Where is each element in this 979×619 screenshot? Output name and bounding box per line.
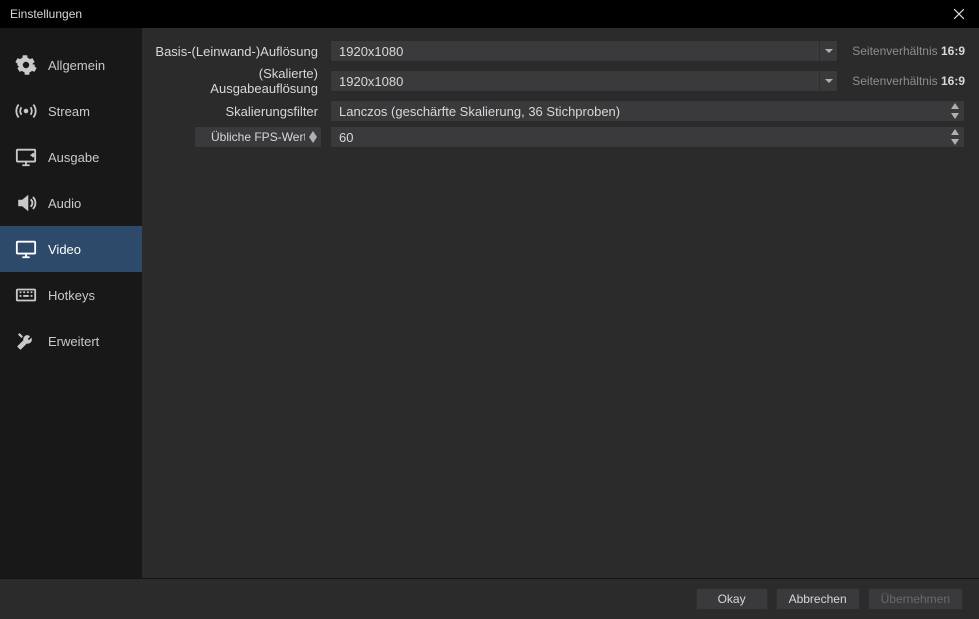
- main-panel: Basis-(Leinwand-)Auflösung 1920x1080 Sei…: [142, 28, 979, 578]
- monitor-out-icon: [14, 145, 38, 169]
- sidebar-item-label: Erweitert: [48, 334, 99, 349]
- fps-mode-wrap: Übliche FPS-Werte: [152, 126, 322, 148]
- row-fps: Übliche FPS-Werte 60: [152, 126, 965, 148]
- row-scaling-filter: Skalierungsfilter Lanczos (geschärfte Sk…: [152, 100, 965, 122]
- row-base-resolution: Basis-(Leinwand-)Auflösung 1920x1080 Sei…: [152, 40, 965, 62]
- chevron-down-icon: [819, 41, 837, 61]
- speaker-icon: [14, 191, 38, 215]
- scaling-filter-combo[interactable]: Lanczos (geschärfte Skalierung, 36 Stich…: [330, 100, 965, 122]
- broadcast-icon: [14, 99, 38, 123]
- gear-icon: [14, 53, 38, 77]
- sidebar-item-label: Audio: [48, 196, 81, 211]
- base-resolution-value: 1920x1080: [331, 44, 819, 59]
- updown-icon: [946, 101, 964, 121]
- content-area: Allgemein Stream Ausgabe Audio Video: [0, 28, 979, 578]
- sidebar-item-label: Stream: [48, 104, 90, 119]
- close-button[interactable]: [939, 0, 979, 28]
- sidebar: Allgemein Stream Ausgabe Audio Video: [0, 28, 142, 578]
- sidebar-item-stream[interactable]: Stream: [0, 88, 142, 134]
- base-resolution-combo[interactable]: 1920x1080: [330, 40, 838, 62]
- sidebar-item-label: Ausgabe: [48, 150, 99, 165]
- titlebar: Einstellungen: [0, 0, 979, 28]
- sidebar-item-allgemein[interactable]: Allgemein: [0, 42, 142, 88]
- close-icon: [954, 9, 964, 19]
- row-scaled-resolution: (Skalierte) Ausgabeauflösung 1920x1080 S…: [152, 66, 965, 96]
- base-ratio-label: Seitenverhältnis 16:9: [846, 44, 965, 58]
- sidebar-item-hotkeys[interactable]: Hotkeys: [0, 272, 142, 318]
- updown-icon: [305, 131, 321, 143]
- scaled-resolution-combo[interactable]: 1920x1080: [330, 70, 838, 92]
- fps-value: 60: [331, 130, 946, 145]
- fps-mode-label: Übliche FPS-Werte: [203, 130, 305, 144]
- sidebar-item-label: Hotkeys: [48, 288, 95, 303]
- scaling-filter-value: Lanczos (geschärfte Skalierung, 36 Stich…: [331, 104, 946, 119]
- sidebar-item-label: Allgemein: [48, 58, 105, 73]
- window-title: Einstellungen: [10, 7, 82, 21]
- sidebar-item-erweitert[interactable]: Erweitert: [0, 318, 142, 364]
- tools-icon: [14, 329, 38, 353]
- footer: Okay Abbrechen Übernehmen: [0, 578, 979, 619]
- scaled-resolution-value: 1920x1080: [331, 74, 819, 89]
- label-scaling-filter: Skalierungsfilter: [152, 104, 322, 119]
- ok-button[interactable]: Okay: [696, 588, 768, 610]
- fps-value-stepper[interactable]: 60: [330, 126, 965, 148]
- sidebar-item-ausgabe[interactable]: Ausgabe: [0, 134, 142, 180]
- label-base-resolution: Basis-(Leinwand-)Auflösung: [152, 44, 322, 59]
- monitor-icon: [14, 237, 38, 261]
- fps-mode-stepper[interactable]: Übliche FPS-Werte: [194, 126, 322, 148]
- cancel-button[interactable]: Abbrechen: [776, 588, 860, 610]
- apply-button[interactable]: Übernehmen: [868, 588, 963, 610]
- chevron-down-icon: [819, 71, 837, 91]
- scaled-ratio-label: Seitenverhältnis 16:9: [846, 74, 965, 88]
- keyboard-icon: [14, 283, 38, 307]
- sidebar-item-audio[interactable]: Audio: [0, 180, 142, 226]
- updown-icon: [946, 127, 964, 147]
- sidebar-item-video[interactable]: Video: [0, 226, 142, 272]
- sidebar-item-label: Video: [48, 242, 81, 257]
- label-scaled-resolution: (Skalierte) Ausgabeauflösung: [152, 66, 322, 96]
